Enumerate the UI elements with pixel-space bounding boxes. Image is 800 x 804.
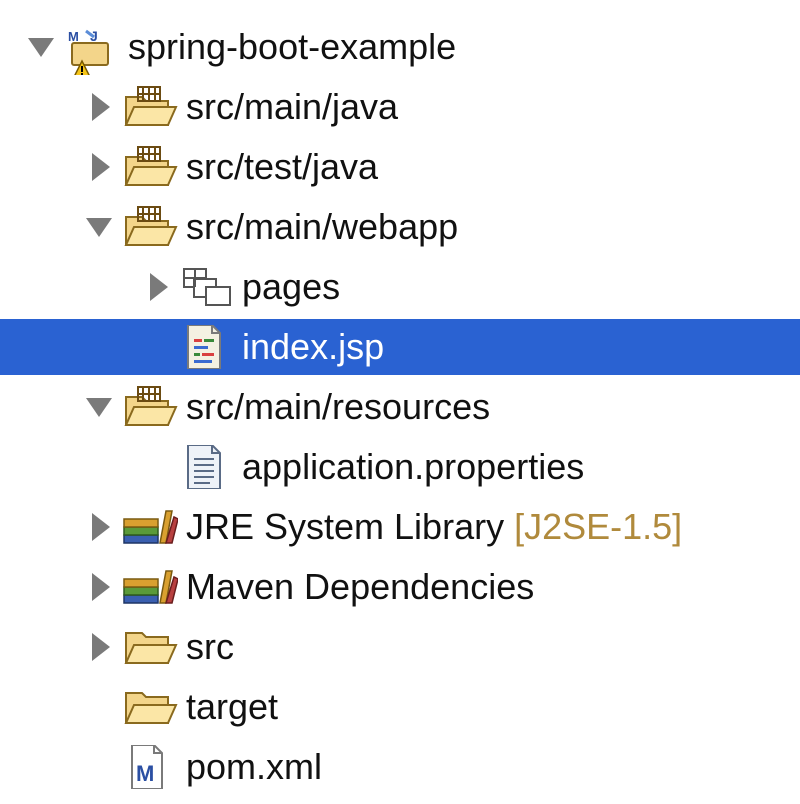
- chevron-right-icon[interactable]: [84, 619, 114, 675]
- tree-item-label: src/test/java: [186, 146, 379, 187]
- tree-item-label: JRE System Library [J2SE-1.5]: [186, 499, 682, 555]
- properties-file-icon: [182, 445, 238, 489]
- tree-row-application-properties[interactable]: application.properties: [0, 439, 800, 495]
- library-name: JRE System Library: [186, 506, 505, 547]
- tree-item-label: pom.xml: [186, 746, 323, 787]
- chevron-right-icon[interactable]: [84, 559, 114, 615]
- project-explorer-tree: M J spring-boot-example src/main/java: [0, 0, 800, 804]
- tree-item-label: application.properties: [242, 446, 585, 487]
- chevron-down-icon[interactable]: [84, 379, 114, 435]
- library-icon: [122, 505, 178, 549]
- tree-row-jre-system-library[interactable]: JRE System Library [J2SE-1.5]: [0, 499, 800, 555]
- source-folder-icon: [122, 145, 178, 189]
- clipped-row-above: [0, 0, 800, 2]
- package-icon: [180, 265, 236, 309]
- tree-row-src[interactable]: src: [0, 619, 800, 675]
- source-folder-icon: [122, 385, 178, 429]
- tree-item-label: target: [186, 686, 279, 727]
- tree-row-maven-dependencies[interactable]: Maven Dependencies: [0, 559, 800, 615]
- project-label: spring-boot-example: [128, 26, 457, 67]
- tree-row-src-main-java[interactable]: src/main/java: [0, 79, 800, 135]
- tree-item-label: Maven Dependencies: [186, 566, 535, 607]
- chevron-right-icon[interactable]: [84, 499, 114, 555]
- tree-item-label: src: [186, 626, 234, 667]
- tree-item-label: index.jsp: [242, 326, 385, 367]
- jsp-file-icon: [182, 325, 238, 369]
- chevron-right-icon[interactable]: [84, 79, 114, 135]
- tree-row-target[interactable]: target: [0, 679, 800, 735]
- folder-icon: [122, 625, 178, 669]
- tree-item-label: src/main/java: [186, 86, 399, 127]
- tree-row-src-main-resources[interactable]: src/main/resources: [0, 379, 800, 435]
- tree-item-label: src/main/webapp: [186, 206, 459, 247]
- maven-pom-icon: M: [128, 745, 184, 789]
- chevron-down-icon[interactable]: [84, 199, 114, 255]
- tree-row-project[interactable]: M J spring-boot-example: [0, 19, 800, 75]
- source-folder-icon: [122, 205, 178, 249]
- tree-item-label: pages: [242, 266, 341, 307]
- maven-project-warning-icon: M J: [64, 25, 120, 75]
- chevron-right-icon[interactable]: [84, 139, 114, 195]
- library-icon: [122, 565, 178, 609]
- tree-item-label: src/main/resources: [186, 386, 491, 427]
- chevron-right-icon[interactable]: [142, 259, 172, 315]
- tree-row-index-jsp[interactable]: index.jsp: [0, 319, 800, 375]
- svg-text:M: M: [68, 29, 79, 44]
- source-folder-icon: [122, 85, 178, 129]
- jre-version-decorator: [J2SE-1.5]: [514, 506, 683, 547]
- tree-row-src-test-java[interactable]: src/test/java: [0, 139, 800, 195]
- tree-row-pages[interactable]: pages: [0, 259, 800, 315]
- tree-row-pom-xml[interactable]: M pom.xml: [0, 739, 800, 795]
- folder-icon: [122, 685, 178, 729]
- svg-text:M: M: [136, 761, 154, 786]
- chevron-down-icon[interactable]: [26, 19, 56, 75]
- tree-row-src-main-webapp[interactable]: src/main/webapp: [0, 199, 800, 255]
